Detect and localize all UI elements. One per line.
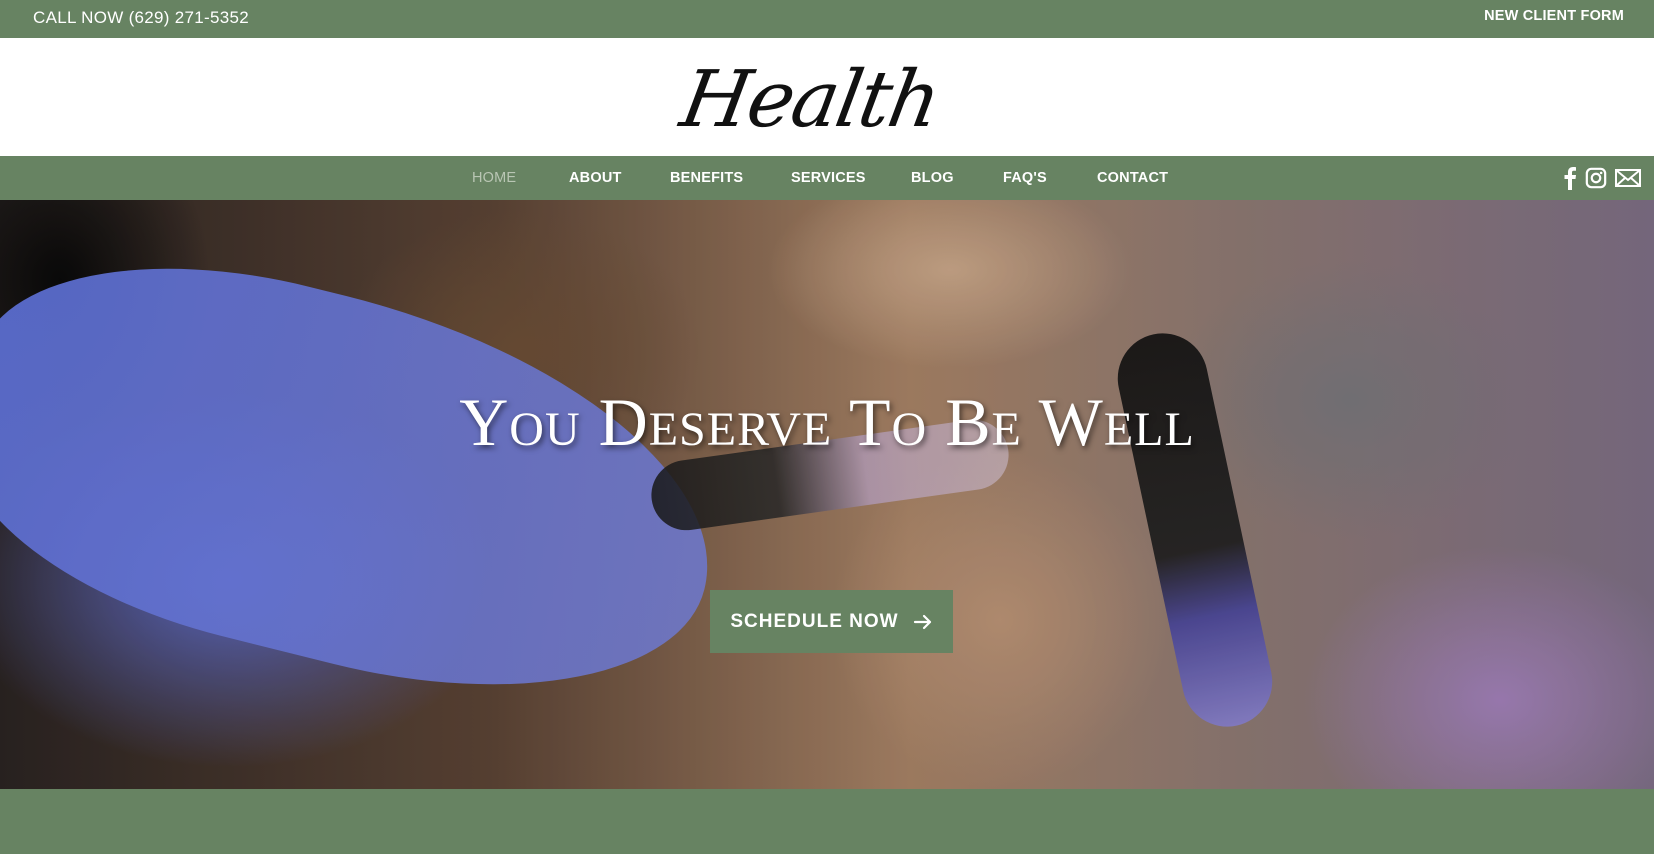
schedule-now-label: SCHEDULE NOW [730,610,899,632]
new-client-form-link[interactable]: NEW CLIENT FORM [1484,8,1624,24]
hero-overlay [0,200,1654,789]
nav-item-contact[interactable]: CONTACT [1097,170,1168,186]
call-now-link[interactable]: CALL NOW (629) 271-5352 [33,8,249,28]
nav-item-home[interactable]: HOME [472,170,516,186]
nav-item-blog[interactable]: BLOG [911,170,954,186]
logo-header: Health Happens [0,38,1654,245]
hero-section: You Deserve To Be Well SCHEDULE NOW [0,200,1654,789]
arrow-right-icon [913,612,933,632]
facebook-icon[interactable] [1561,166,1579,190]
top-bar: CALL NOW (629) 271-5352 NEW CLIENT FORM [0,0,1654,38]
mail-icon[interactable] [1615,166,1641,190]
nav-item-about[interactable]: ABOUT [569,170,622,186]
schedule-now-button[interactable]: SCHEDULE NOW [710,590,953,653]
nav-item-services[interactable]: SERVICES [791,170,866,186]
site-logo[interactable]: Health Happens [591,50,1029,245]
main-navigation: HOME ABOUT BENEFITS SERVICES BLOG FAQ'S … [0,156,1654,200]
nav-item-faqs[interactable]: FAQ'S [1003,170,1047,186]
instagram-icon[interactable] [1585,166,1607,190]
footer-band [0,789,1654,854]
nav-item-benefits[interactable]: BENEFITS [670,170,743,186]
hero-title: You Deserve To Be Well [459,384,1195,460]
